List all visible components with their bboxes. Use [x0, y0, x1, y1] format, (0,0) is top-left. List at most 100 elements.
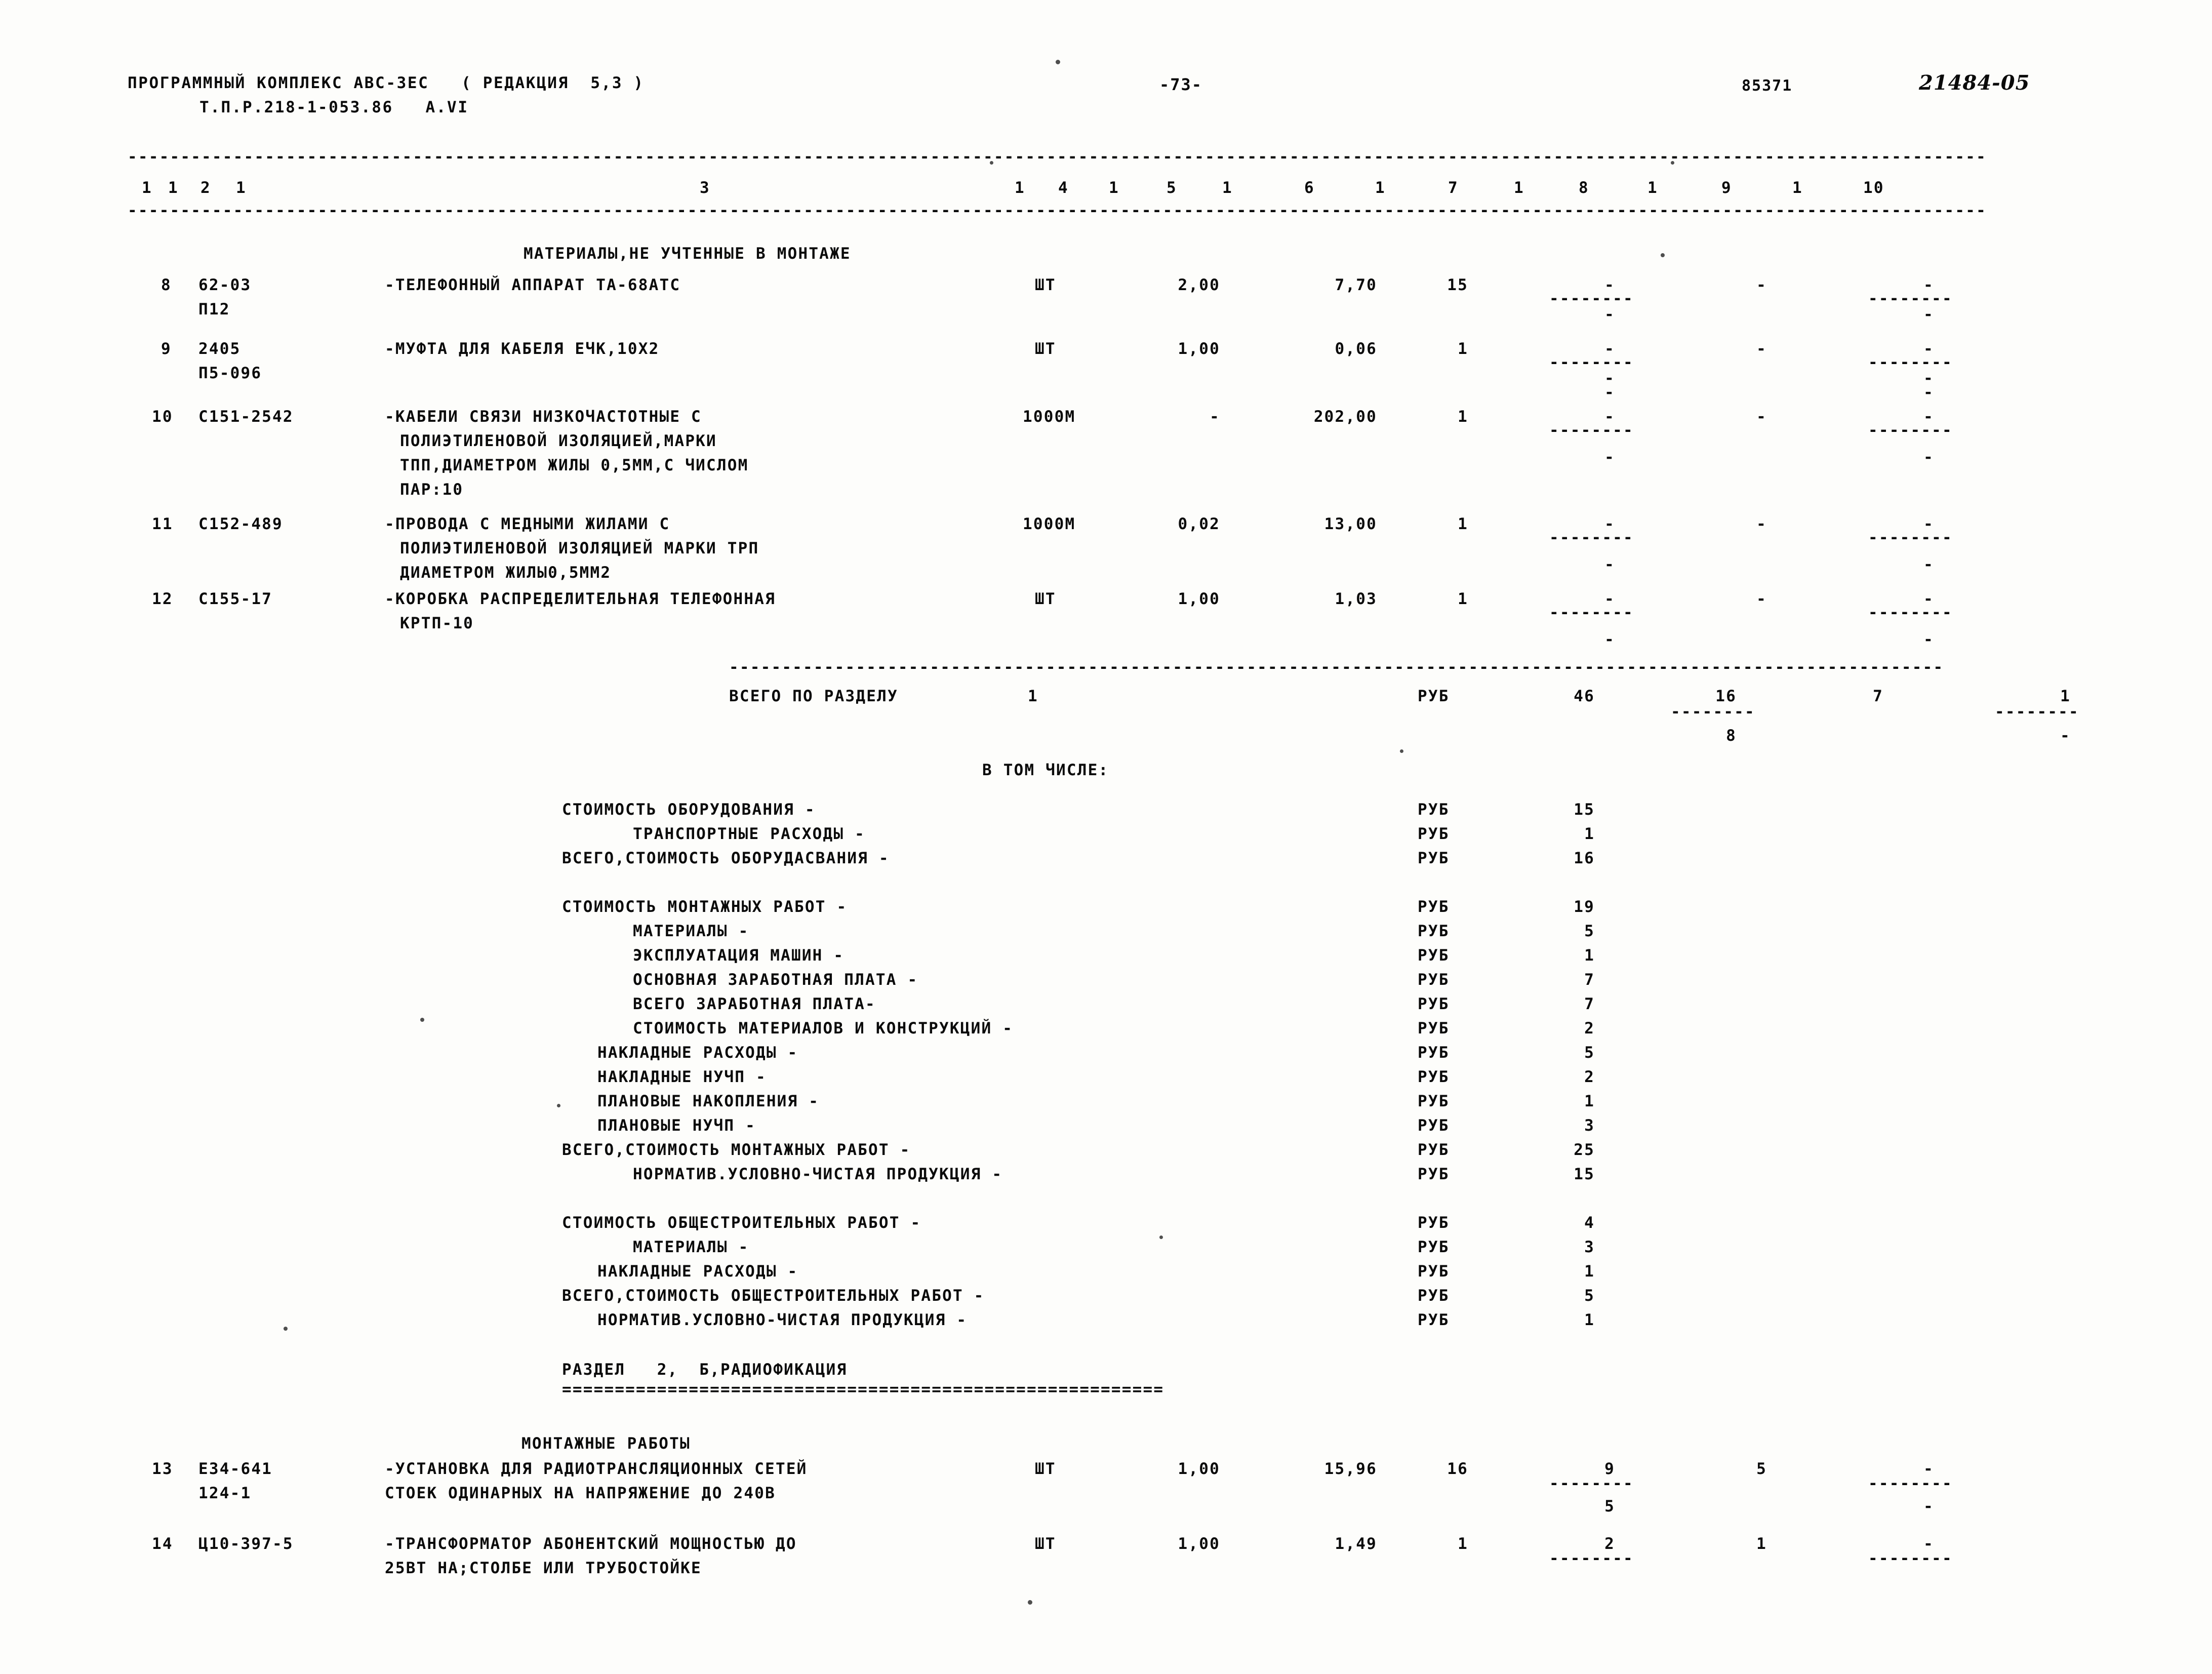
breakdown-value: 19	[1574, 898, 1595, 916]
scan-speck	[990, 161, 993, 165]
col-header-3: 3	[700, 179, 710, 197]
table-row-no: 12	[152, 590, 173, 608]
col-header-4: 4	[1058, 179, 1069, 197]
table-row-col7: 15	[1447, 276, 1468, 294]
table-row-price: 1,03	[1335, 590, 1377, 608]
breakdown-value: 3	[1584, 1117, 1595, 1135]
table-row-desc: ПОЛИЭТИЛЕНОВОЙ ИЗОЛЯЦИЕЙ,МАРКИ	[400, 432, 717, 450]
breakdown-unit: РУБ	[1418, 1262, 1450, 1281]
table-row-col9: -	[1756, 515, 1767, 533]
breakdown-unit: РУБ	[1418, 898, 1450, 916]
breakdown-label: НАКЛАДНЫЕ РАСХОДЫ -	[597, 1262, 798, 1281]
breakdown-label: НАКЛАДНЫЕ НУЧП -	[597, 1068, 767, 1086]
breakdown-label: ВСЕГО ЗАРАБОТНАЯ ПЛАТА-	[633, 995, 876, 1013]
breakdown-unit: РУБ	[1418, 995, 1450, 1013]
breakdown-label: ЭКСПЛУАТАЦИЯ МАШИН -	[633, 946, 844, 965]
table-row-qty: 1,00	[1178, 1460, 1220, 1478]
program-title-line-1: ПРОГРАММНЫЙ КОМПЛЕКС АВС-3ЕС ( РЕДАКЦИЯ …	[128, 74, 645, 92]
total-underline-col10: --------	[1995, 703, 2079, 721]
breakdown-label: МАТЕРИАЛЫ -	[633, 1238, 749, 1256]
table-row-desc: ТПП,ДИАМЕТРОМ ЖИЛЫ 0,5ММ,С ЧИСЛОМ	[400, 456, 749, 474]
breakdown-value: 2	[1584, 1019, 1595, 1038]
breakdown-value: 4	[1584, 1214, 1595, 1232]
table-row-qty: 1,00	[1178, 590, 1220, 608]
col-header-8: 8	[1579, 179, 1589, 197]
table-row-col7: 16	[1447, 1460, 1468, 1478]
breakdown-value: 7	[1584, 995, 1595, 1013]
table-row-code2: П5-096	[198, 364, 262, 382]
breakdown-value: 25	[1574, 1141, 1595, 1159]
row-subvalue-col8: -	[1604, 448, 1615, 466]
table-row-desc: 25ВТ НА;СТОЛБЕ ИЛИ ТРУБОСТОЙКЕ	[385, 1559, 702, 1577]
table-row-desc: ПАР:10	[400, 481, 464, 499]
row-subvalue-col8: 5	[1604, 1497, 1615, 1516]
row-underline-col8: --------	[1549, 1549, 1634, 1568]
col-sep-g: 1	[1514, 179, 1524, 197]
table-row-price: 15,96	[1324, 1460, 1377, 1478]
table-row-col9: -	[1756, 340, 1767, 358]
table-row-col9: 1	[1756, 1535, 1767, 1553]
breakdown-value: 15	[1574, 1165, 1595, 1183]
scan-speck	[557, 1104, 560, 1107]
table-row-unit: 1000М	[1023, 408, 1076, 426]
table-row-unit: 1000М	[1023, 515, 1076, 533]
table-row-qty: 1,00	[1178, 340, 1220, 358]
table-row-price: 1,49	[1335, 1535, 1377, 1553]
assembly-works-title: МОНТАЖНЫЕ РАБОТЫ	[521, 1434, 691, 1453]
total-row-col9: 7	[1873, 687, 1883, 705]
table-row-code: Ц10-397-5	[198, 1535, 294, 1553]
breakdown-label: СТОИМОСТЬ ОБЩЕСТРОИТЕЛЬНЫХ РАБОТ -	[562, 1214, 921, 1232]
row-supvalue-col10: -	[1923, 383, 1934, 402]
table-row-unit: ШТ	[1035, 590, 1056, 608]
scan-speck	[420, 1018, 424, 1022]
col-header-6: 6	[1304, 179, 1315, 197]
row-underline-col10: --------	[1868, 1474, 1953, 1493]
breakdown-value: 1	[1584, 946, 1595, 965]
table-row-col9: -	[1756, 590, 1767, 608]
table-row-unit: ШТ	[1035, 1535, 1056, 1553]
table-row-col9: -	[1756, 408, 1767, 426]
table-row-desc: -УСТАНОВКА ДЛЯ РАДИОТРАНСЛЯЦИОННЫХ СЕТЕЙ	[385, 1460, 808, 1478]
breakdown-label: ОСНОВНАЯ ЗАРАБОТНАЯ ПЛАТА -	[633, 971, 918, 989]
breakdown-unit: РУБ	[1418, 1311, 1450, 1329]
table-row-no: 10	[152, 408, 173, 426]
table-row-desc: -ТЕЛЕФОННЫЙ АППАРАТ ТА-68АТС	[385, 276, 681, 294]
table-row-desc: -ТРАНСФОРМАТОР АБОНЕНТСКИЙ МОЩНОСТЬЮ ДО	[385, 1535, 797, 1553]
total-by-section-number: 1	[1028, 687, 1038, 705]
table-row-col7: 1	[1458, 590, 1468, 608]
section2-heading: РАЗДЕЛ 2, Б,РАДИОФИКАЦИЯ	[562, 1361, 848, 1379]
scan-speck	[284, 1327, 288, 1331]
document-page: ПРОГРАММНЫЙ КОМПЛЕКС АВС-3ЕС ( РЕДАКЦИЯ …	[0, 0, 2212, 1674]
total-row-col8-sub: 8	[1726, 727, 1737, 745]
table-row-qty: 0,02	[1178, 515, 1220, 533]
table-row-desc: -ПРОВОДА С МЕДНЫМИ ЖИЛАМИ С	[385, 515, 670, 533]
breakdown-value: 16	[1574, 849, 1595, 867]
table-row-code: С151-2542	[198, 408, 294, 426]
col-sep-e: 1	[1222, 179, 1233, 197]
breakdown-value: 5	[1584, 1287, 1595, 1305]
total-row-unit: РУБ	[1418, 687, 1450, 705]
section2-rule: ========================================…	[562, 1380, 1164, 1399]
row-subvalue-col10: -	[1923, 305, 1934, 324]
stamp-code: 21484-05	[1919, 71, 2030, 95]
table-row-col7: 1	[1458, 408, 1468, 426]
rule-before-total: ----------------------------------------…	[729, 658, 1944, 676]
breakdown-unit: РУБ	[1418, 1165, 1450, 1183]
table-row-col7: 1	[1458, 515, 1468, 533]
total-row-col10-sub: -	[2060, 727, 2071, 745]
breakdown-unit: РУБ	[1418, 946, 1450, 965]
row-supvalue-col8: -	[1604, 383, 1615, 402]
breakdown-value: 7	[1584, 971, 1595, 989]
rule-under-headers: ----------------------------------------…	[128, 202, 1987, 220]
row-subvalue-col10: -	[1923, 555, 1934, 574]
breakdown-value: 5	[1584, 1044, 1595, 1062]
scan-speck	[1661, 253, 1665, 257]
row-underline-col8: --------	[1549, 421, 1634, 440]
total-underline-col8: --------	[1671, 703, 1755, 721]
table-row-unit: ШТ	[1035, 276, 1056, 294]
breakdown-value: 15	[1574, 801, 1595, 819]
breakdown-unit: РУБ	[1418, 1092, 1450, 1110]
row-underline-col8: --------	[1549, 1474, 1634, 1493]
col-header-5: 5	[1167, 179, 1177, 197]
row-underline-col10: --------	[1868, 604, 1953, 622]
